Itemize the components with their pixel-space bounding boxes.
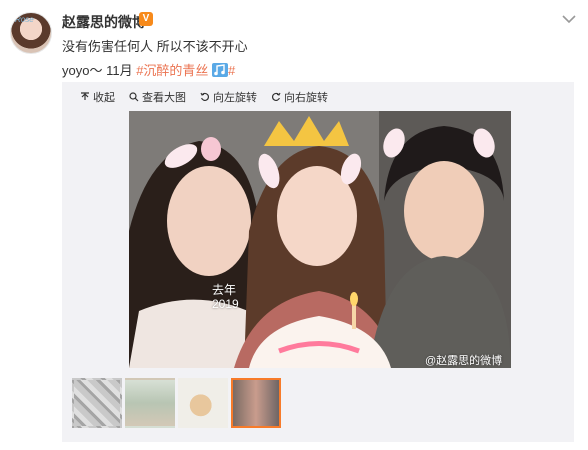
- thumbnail-2[interactable]: [125, 378, 175, 428]
- photo-watermark: @赵露思的微博: [425, 355, 503, 367]
- thumbnail-3[interactable]: [178, 378, 228, 428]
- image-toolbar: 收起 查看大图 向左旋转 向右旋转: [80, 89, 328, 105]
- post-text-line2: yoyo～ 11月 #沉醉的青丝 #: [62, 60, 235, 79]
- username[interactable]: 赵露思的微博: [62, 12, 146, 32]
- rotate-left-label: 向左旋转: [213, 92, 257, 104]
- rotate-right-button[interactable]: 向右旋转: [271, 89, 328, 105]
- hashtag-end[interactable]: #: [228, 63, 235, 78]
- avatar-badge-text: Rose: [15, 15, 34, 24]
- thumbnail-strip: [72, 378, 281, 428]
- main-photo[interactable]: [129, 111, 511, 368]
- post-text-prefix: yoyo～ 11月: [62, 63, 137, 78]
- thumbnail-1[interactable]: [72, 378, 122, 428]
- avatar[interactable]: Rose: [10, 12, 52, 54]
- thumbnail-4[interactable]: [231, 378, 281, 428]
- music-note-icon: [212, 63, 229, 77]
- collapse-label: 收起: [93, 92, 115, 104]
- view-large-button[interactable]: 查看大图: [129, 89, 186, 105]
- verified-badge-icon: V: [139, 12, 153, 26]
- chevron-down-icon[interactable]: [562, 14, 576, 24]
- photo-illustration: [129, 111, 511, 368]
- rotate-right-label: 向右旋转: [284, 92, 328, 104]
- photo-year-label: 去年 2019: [212, 283, 239, 311]
- view-large-label: 查看大图: [142, 92, 186, 104]
- hashtag-link[interactable]: #沉醉的青丝: [136, 63, 208, 78]
- rotate-right-icon: [271, 92, 281, 102]
- year-value: 2019: [212, 297, 239, 311]
- collapse-button[interactable]: 收起: [80, 89, 115, 105]
- collapse-icon: [81, 92, 89, 100]
- post-text: 没有伤害任何人 所以不该不开心: [62, 39, 248, 54]
- rotate-left-icon: [200, 92, 210, 102]
- rotate-left-button[interactable]: 向左旋转: [200, 89, 257, 105]
- year-label: 去年: [212, 283, 237, 297]
- search-icon: [129, 92, 139, 102]
